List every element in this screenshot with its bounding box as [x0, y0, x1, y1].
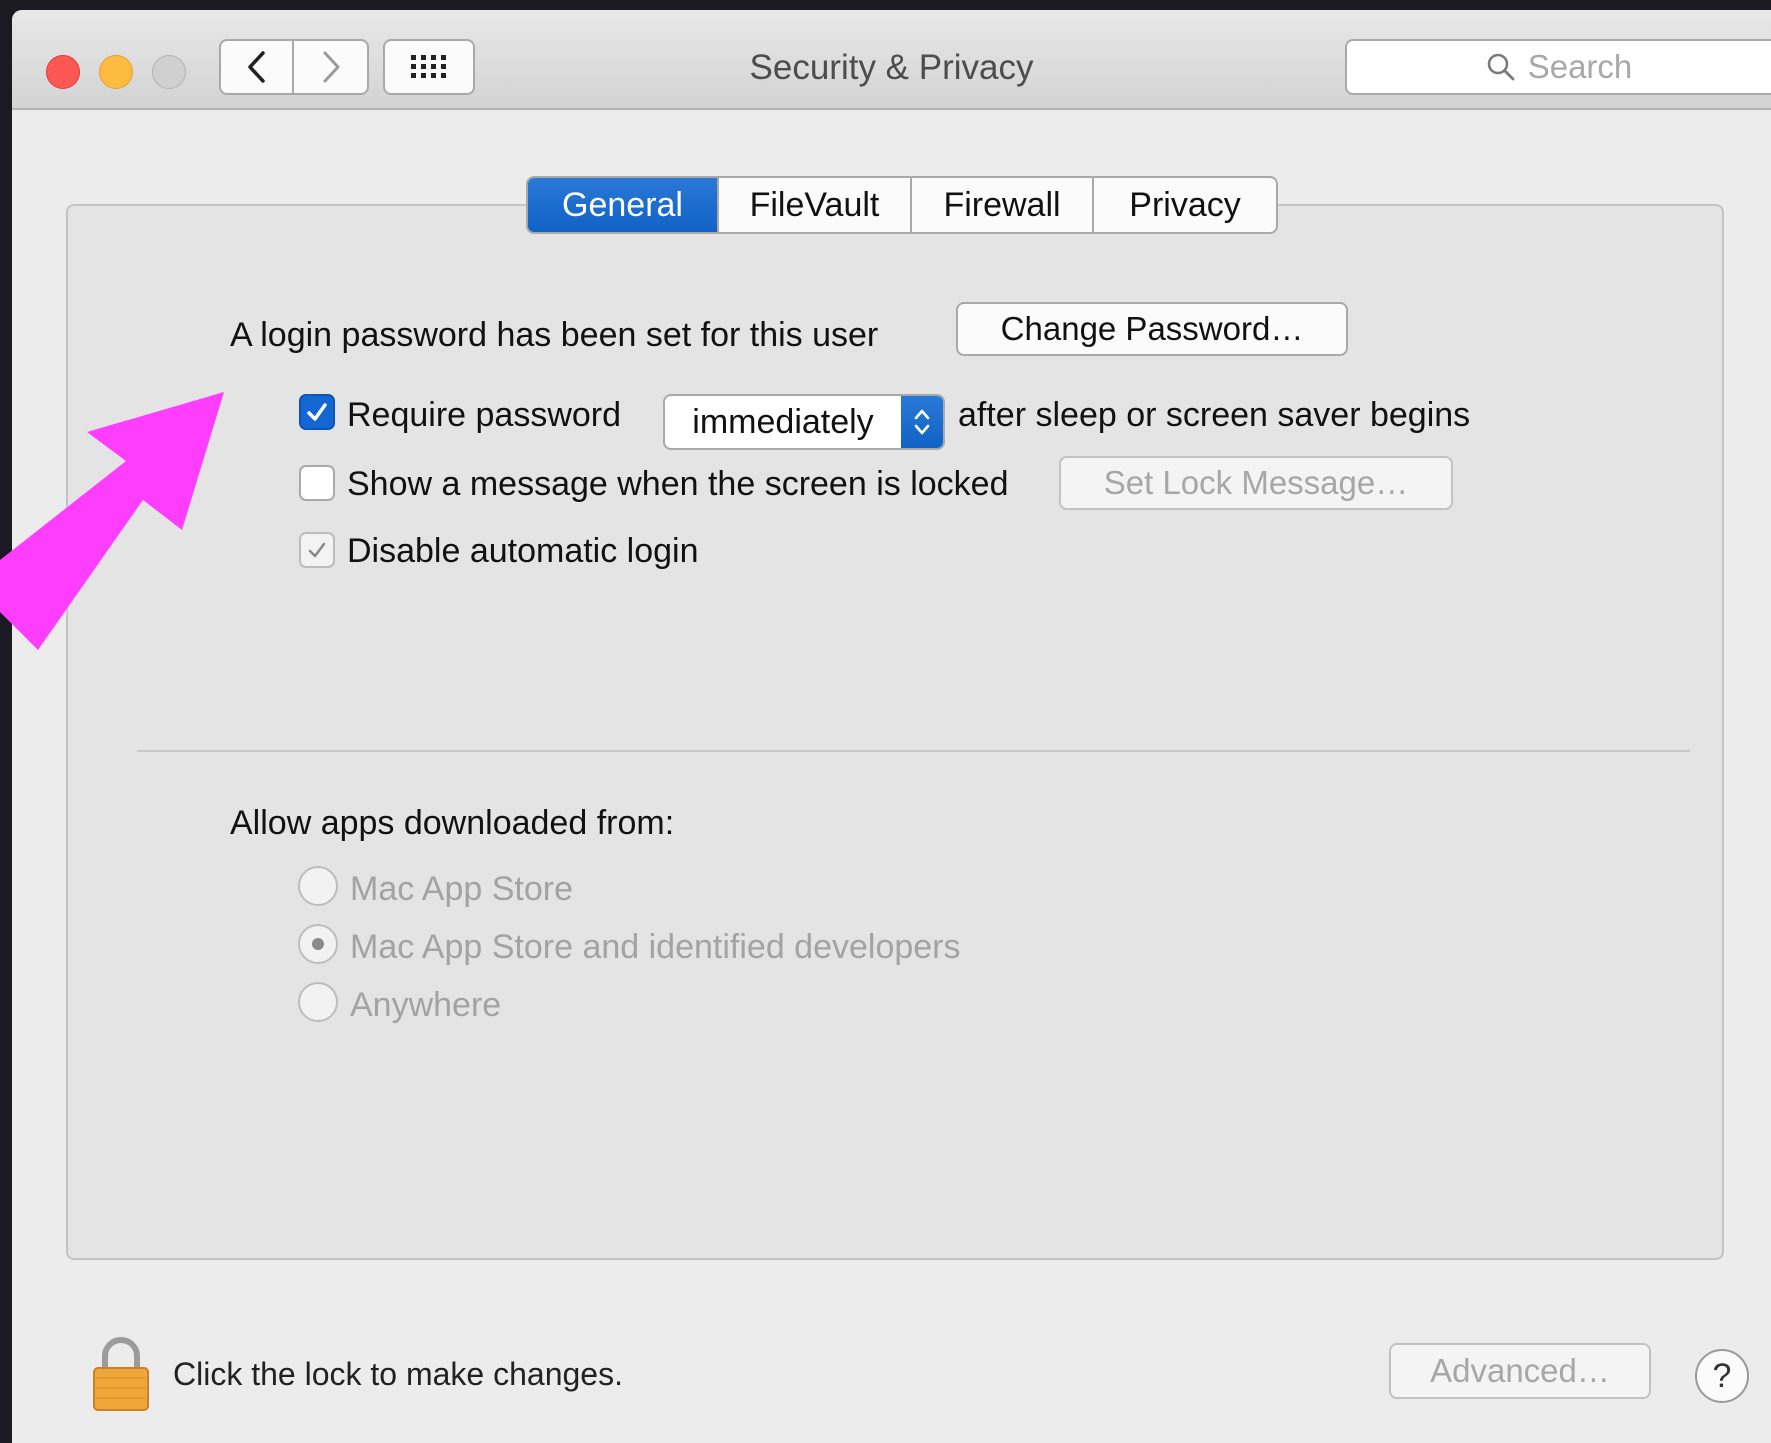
require-password-delay-value: immediately	[692, 402, 874, 441]
radio-mac-app-store-label: Mac App Store	[350, 870, 574, 908]
search-field[interactable]: Search	[1345, 39, 1771, 95]
radio-selected-dot	[312, 938, 324, 950]
disable-auto-login-checkbox[interactable]	[299, 532, 335, 568]
radio-identified-developers-label: Mac App Store and identified developers	[350, 928, 961, 966]
tab-privacy[interactable]: Privacy	[1094, 178, 1276, 232]
preferences-window: Security & Privacy Search General FileVa…	[12, 10, 1771, 1443]
radio-mac-app-store[interactable]	[298, 866, 338, 906]
search-icon	[1487, 53, 1515, 81]
after-sleep-text: after sleep or screen saver begins	[958, 396, 1471, 434]
tab-filevault[interactable]: FileVault	[719, 178, 912, 232]
show-message-label: Show a message when the screen is locked	[347, 465, 1009, 503]
disable-auto-login-label: Disable automatic login	[347, 532, 699, 570]
require-password-label: Require password	[347, 396, 622, 434]
change-password-button[interactable]: Change Password…	[956, 302, 1348, 356]
advanced-button[interactable]: Advanced…	[1389, 1343, 1651, 1399]
checkmark-icon	[307, 403, 327, 421]
help-button[interactable]: ?	[1695, 1349, 1749, 1403]
require-password-delay-select[interactable]: immediately	[663, 394, 945, 450]
show-message-checkbox[interactable]	[299, 465, 335, 501]
search-placeholder: Search	[1527, 48, 1633, 85]
tab-bar: General FileVault Firewall Privacy	[526, 176, 1278, 234]
section-divider	[137, 750, 1690, 752]
lock-status-text: Click the lock to make changes.	[173, 1356, 623, 1392]
radio-identified-developers[interactable]	[298, 924, 338, 964]
set-lock-message-button[interactable]: Set Lock Message…	[1059, 456, 1453, 510]
radio-anywhere-label: Anywhere	[350, 986, 502, 1024]
updown-chevron-icon	[901, 396, 943, 448]
tab-general[interactable]: General	[528, 178, 719, 232]
lock-icon[interactable]	[90, 1334, 152, 1414]
require-password-checkbox[interactable]	[299, 394, 335, 430]
login-password-status: A login password has been set for this u…	[230, 316, 879, 354]
titlebar: Security & Privacy Search	[12, 10, 1771, 110]
checkmark-icon	[308, 542, 326, 558]
tab-content-panel	[66, 204, 1724, 1260]
radio-anywhere[interactable]	[298, 982, 338, 1022]
tab-firewall[interactable]: Firewall	[912, 178, 1094, 232]
allow-apps-heading: Allow apps downloaded from:	[230, 804, 675, 842]
